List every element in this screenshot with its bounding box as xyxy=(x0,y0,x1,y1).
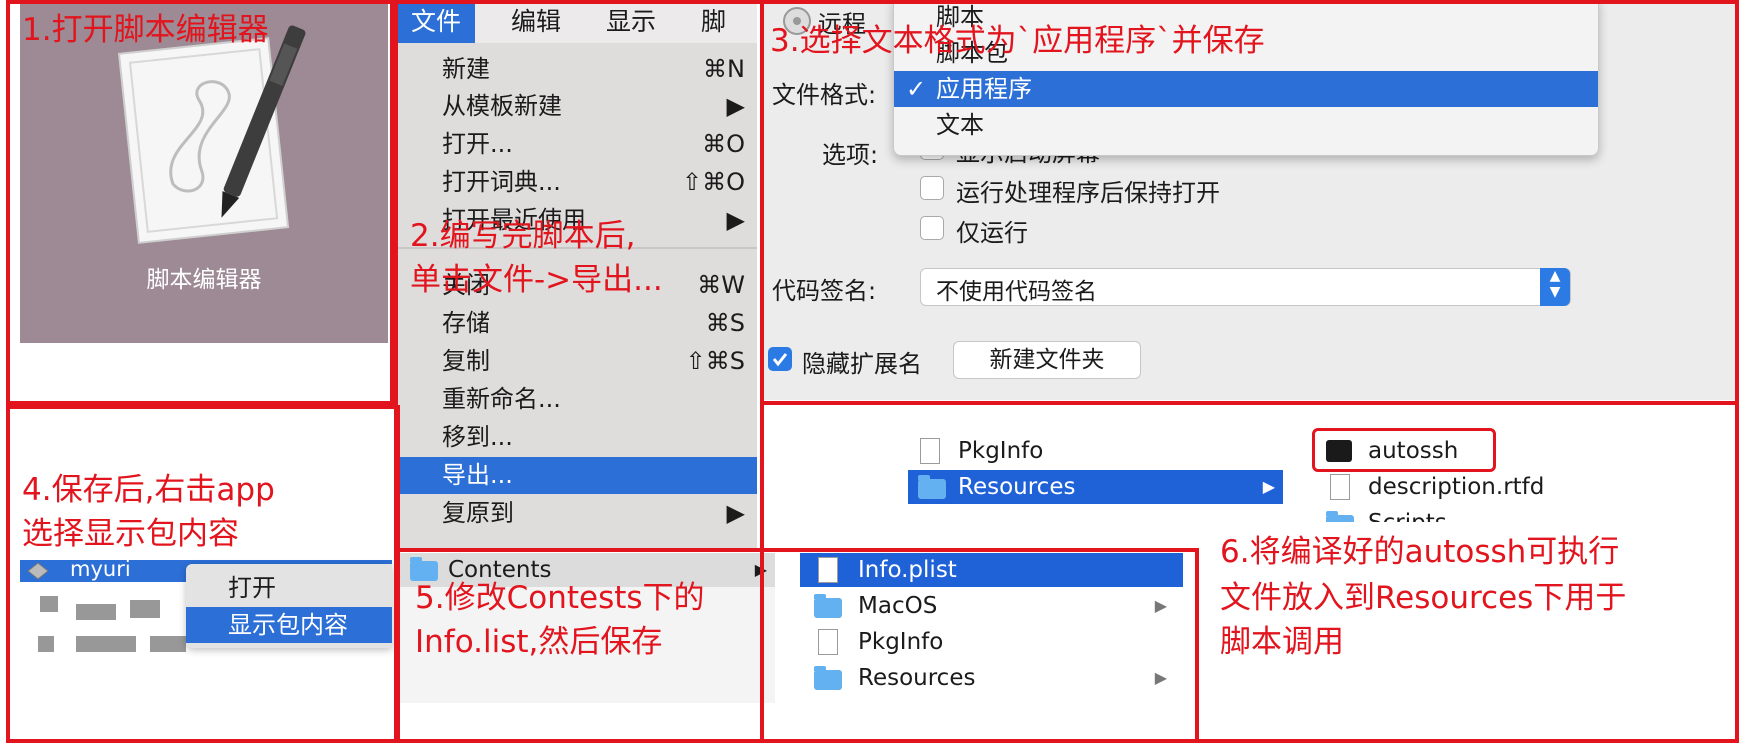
frame-step4 xyxy=(6,405,400,743)
frame-step2 xyxy=(394,0,764,552)
frame-step6 xyxy=(760,401,1739,743)
frame-step1 xyxy=(6,0,394,405)
frame-step3 xyxy=(760,0,1739,405)
